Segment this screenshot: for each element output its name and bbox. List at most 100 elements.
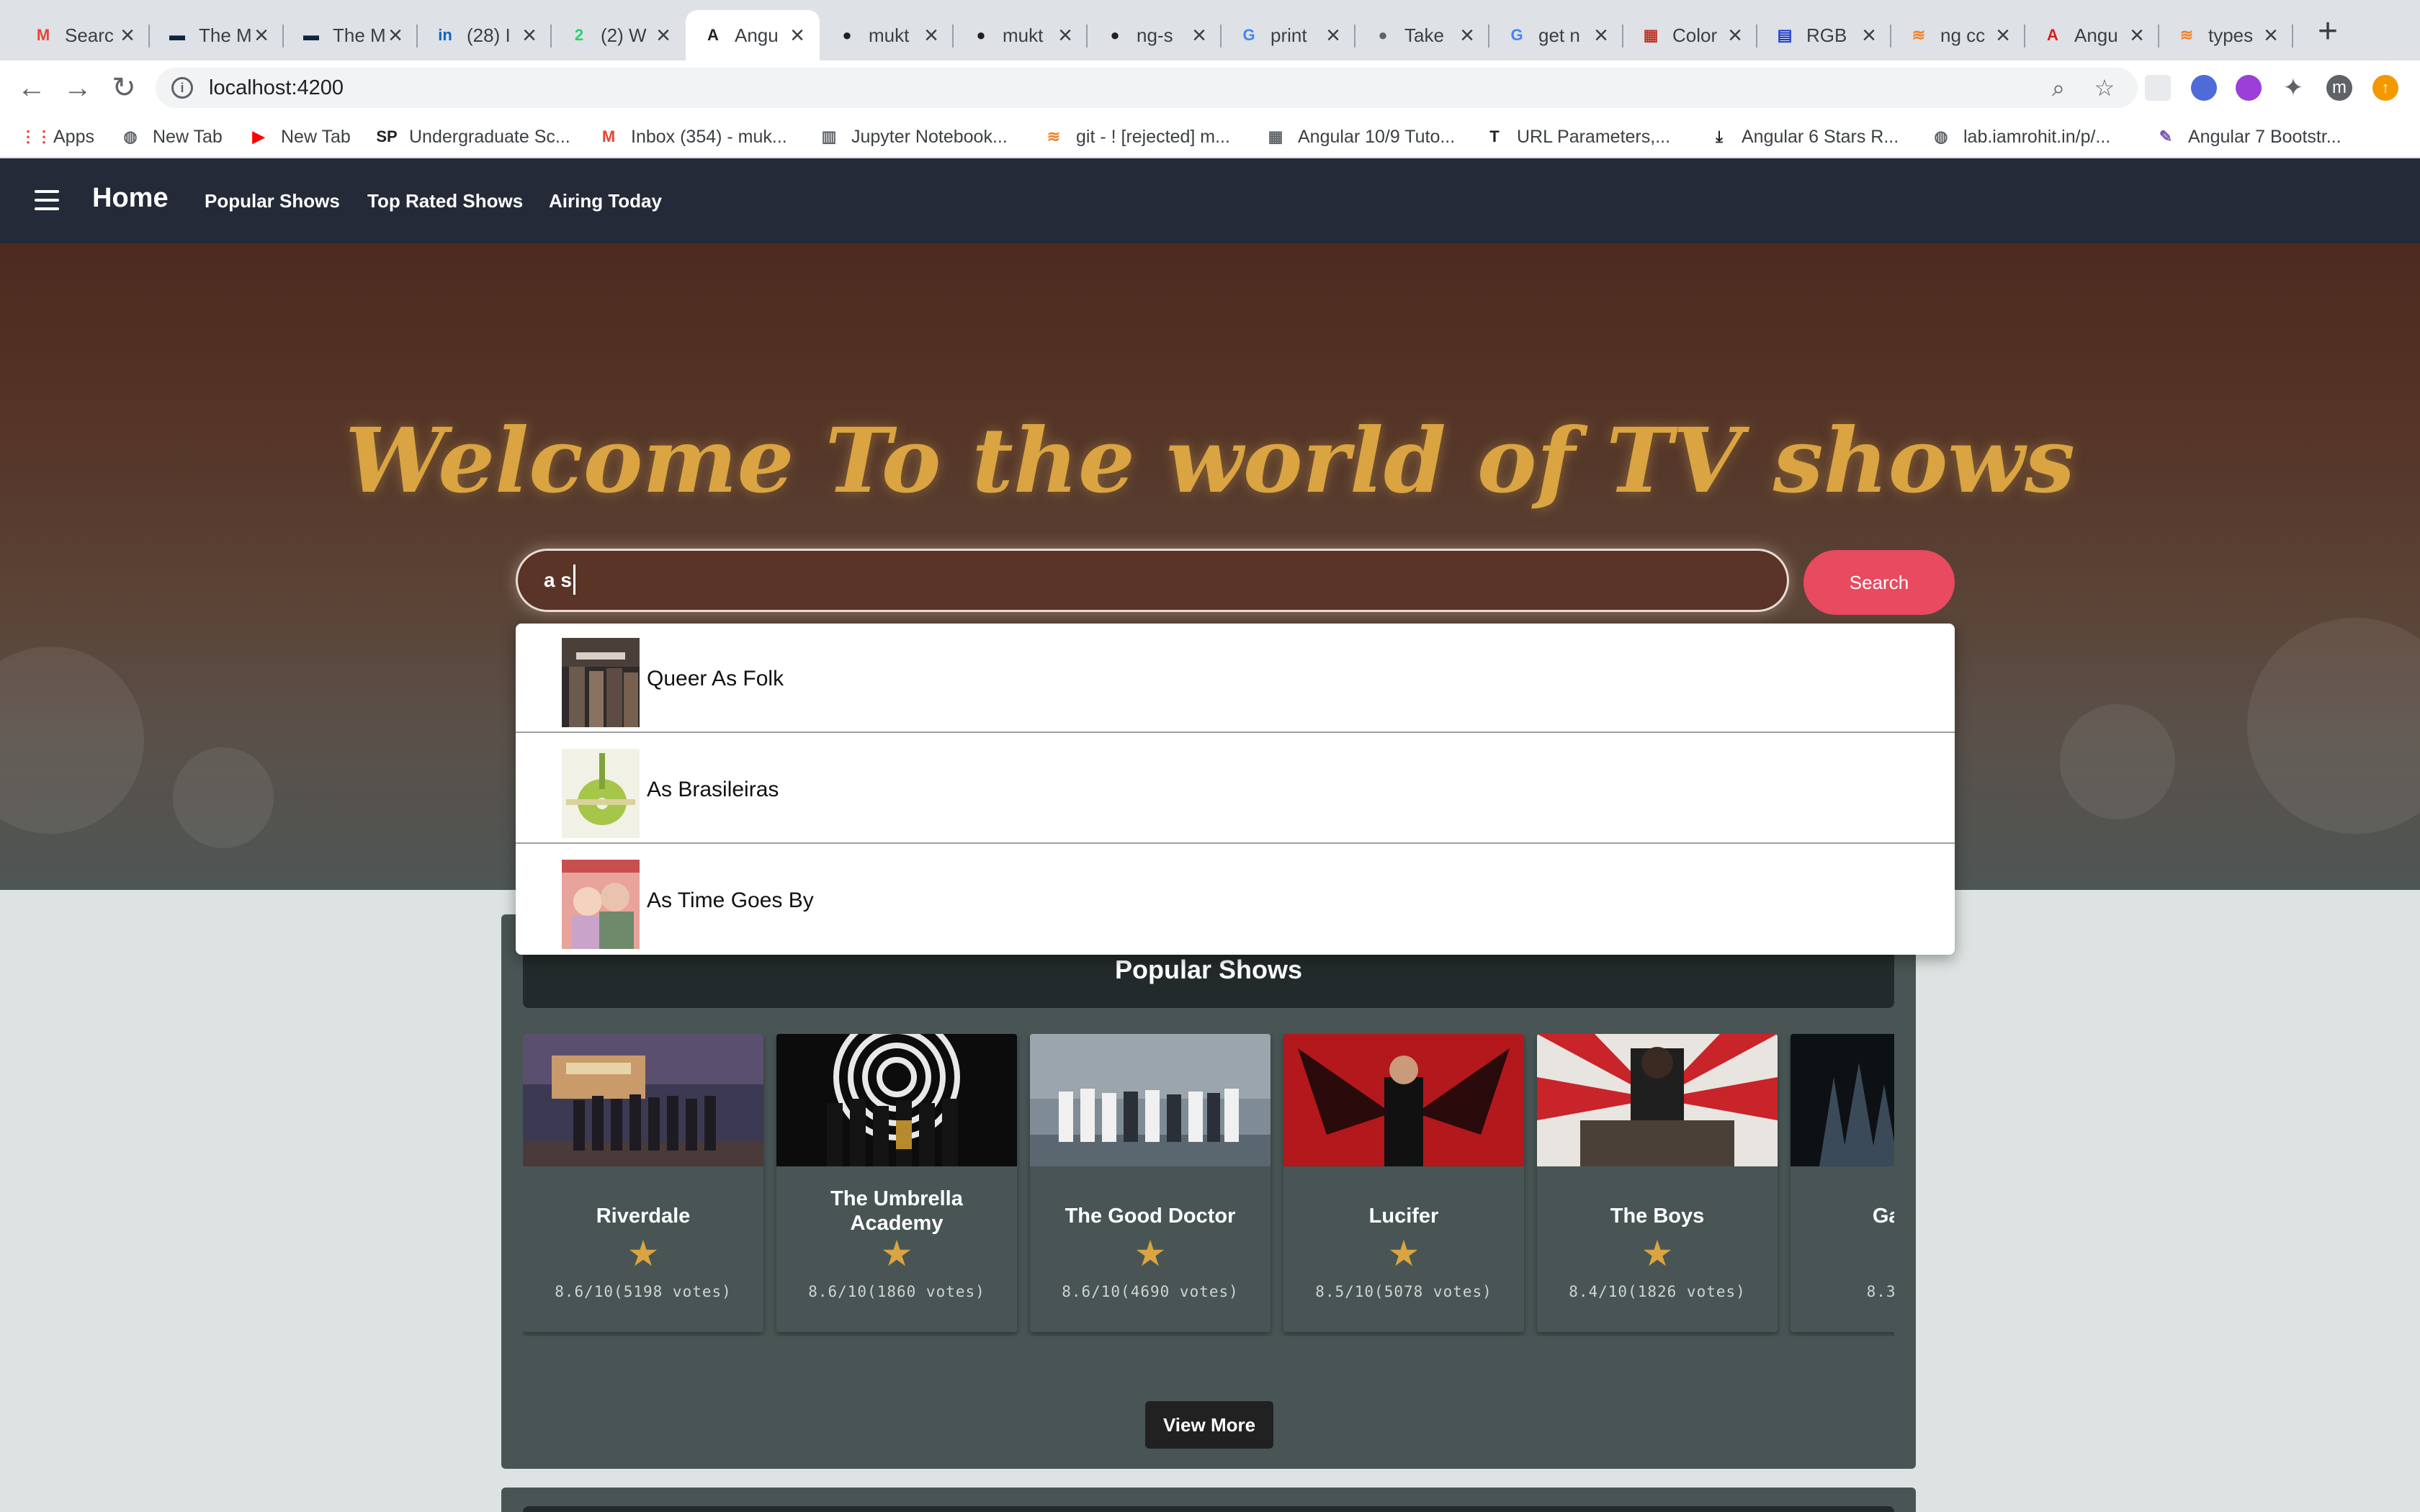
apple-icon: ● bbox=[1378, 26, 1388, 44]
bookmark-label: Angular 6 Stars R... bbox=[1742, 126, 1899, 147]
bookmark-item[interactable]: ⤓ Angular 6 Stars R... bbox=[1708, 124, 1899, 150]
bookmark-item[interactable]: ▶ New Tab bbox=[248, 124, 351, 150]
forward-arrow-icon[interactable]: → bbox=[60, 71, 95, 105]
tab-close-icon[interactable]: × bbox=[1054, 23, 1076, 48]
bookmark-item[interactable]: ◍ lab.iamrohit.in/p/... bbox=[1930, 124, 2110, 150]
browser-tab[interactable]: ▬ The M × bbox=[150, 10, 284, 60]
bookmark-item[interactable]: ▦ Angular 10/9 Tuto... bbox=[1265, 124, 1456, 150]
address-url: localhost:4200 bbox=[209, 76, 344, 99]
rating-star-icon: ★ bbox=[1641, 1233, 1674, 1274]
reload-icon[interactable]: ↻ bbox=[107, 71, 141, 105]
suggestion-title: As Time Goes By bbox=[647, 888, 814, 912]
show-card[interactable]: Riverdale ★ 8.6/10(5198 votes) bbox=[523, 1034, 763, 1332]
browser-tab[interactable]: ● ng-s × bbox=[1088, 10, 1222, 60]
tutorial-icon: ▦ bbox=[1268, 127, 1283, 145]
tab-close-icon[interactable]: × bbox=[2126, 23, 2148, 48]
browser-tab[interactable]: ● Take × bbox=[1355, 10, 1489, 60]
browser-tab[interactable]: ≋ types × bbox=[2159, 10, 2293, 60]
tab-close-icon[interactable]: × bbox=[1188, 23, 1210, 48]
bookmark-item[interactable]: ⋮⋮ Apps bbox=[20, 124, 94, 150]
jupyter-icon: ▥ bbox=[821, 127, 837, 145]
tab-close-icon[interactable]: × bbox=[385, 23, 406, 48]
extensions-puzzle-icon[interactable]: ✦ bbox=[2280, 75, 2306, 101]
view-more-button[interactable]: View More bbox=[1145, 1401, 1273, 1449]
tab-close-icon[interactable]: × bbox=[1858, 23, 1880, 48]
nav-top-rated-shows[interactable]: Top Rated Shows bbox=[367, 190, 523, 212]
browser-tab[interactable]: in (28) I × bbox=[418, 10, 552, 60]
browser-tab[interactable]: Gprint × bbox=[1222, 10, 1355, 60]
shows-carousel[interactable]: Riverdale ★ 8.6/10(5198 votes) The Umbre… bbox=[523, 1034, 1894, 1336]
bookmark-item[interactable]: M Inbox (354) - muk... bbox=[598, 124, 787, 150]
nav-popular-shows[interactable]: Popular Shows bbox=[205, 190, 340, 212]
rating-star-icon: ★ bbox=[627, 1233, 660, 1274]
bookmark-item[interactable]: ≋ git - ! [rejected] m... bbox=[1043, 124, 1230, 150]
linkedin-icon: in bbox=[438, 26, 452, 44]
back-arrow-icon[interactable]: ← bbox=[14, 71, 49, 105]
browser-tab[interactable]: ● mukt × bbox=[820, 10, 954, 60]
browser-tab[interactable]: A Angu × bbox=[2025, 10, 2159, 60]
browser-tab[interactable]: A Angu × bbox=[686, 10, 820, 60]
stackoverflow-icon: ≋ bbox=[1912, 26, 1926, 44]
bookmark-item[interactable]: ✎ Angular 7 Bootstr... bbox=[2155, 124, 2341, 150]
tab-title: Take bbox=[1404, 24, 1444, 46]
bookmark-label: Angular 7 Bootstr... bbox=[2188, 126, 2341, 147]
site-info-icon[interactable]: i bbox=[171, 77, 193, 99]
browser-tab[interactable]: ● mukt × bbox=[954, 10, 1088, 60]
hamburger-menu-icon[interactable] bbox=[35, 190, 59, 212]
tab-close-icon[interactable]: × bbox=[1590, 23, 1612, 48]
show-rating: 8.6/10(5198 votes) bbox=[555, 1283, 732, 1300]
show-search-input[interactable] bbox=[516, 549, 1789, 612]
nav-airing-today[interactable]: Airing Today bbox=[549, 190, 662, 212]
tab-close-icon[interactable]: × bbox=[920, 23, 942, 48]
bookmark-item[interactable]: SP Undergraduate Sc... bbox=[376, 124, 570, 150]
tab-close-icon[interactable]: × bbox=[2260, 23, 2282, 48]
browser-tab[interactable]: ≋ ng cc × bbox=[1891, 10, 2025, 60]
show-card[interactable]: The Good Doctor ★ 8.6/10(4690 votes) bbox=[1030, 1034, 1270, 1332]
suggestion-item[interactable]: As Time Goes By bbox=[516, 845, 1955, 955]
text-caret bbox=[573, 564, 575, 595]
tab-close-icon[interactable]: × bbox=[786, 23, 808, 48]
suggestion-poster bbox=[562, 860, 640, 949]
profile-avatar[interactable]: m bbox=[2326, 75, 2352, 101]
zoom-icon[interactable]: ⌕ bbox=[2045, 75, 2071, 101]
bookmark-item[interactable]: T URL Parameters,... bbox=[1484, 124, 1670, 150]
tab-close-icon[interactable]: × bbox=[653, 23, 674, 48]
extension-check-icon[interactable] bbox=[2191, 75, 2217, 101]
bookmark-item[interactable]: ▥ Jupyter Notebook... bbox=[818, 124, 1008, 150]
browser-tab[interactable]: ▦ Color × bbox=[1623, 10, 1757, 60]
browser-tab[interactable]: Gget n × bbox=[1489, 10, 1623, 60]
tab-close-icon[interactable]: × bbox=[519, 23, 540, 48]
search-suggestions-dropdown: Queer As Folk As Brasileiras As Time Goe… bbox=[516, 624, 1955, 955]
tab-close-icon[interactable]: × bbox=[1322, 23, 1344, 48]
new-tab-button[interactable]: + bbox=[2312, 14, 2344, 49]
tab-close-icon[interactable]: × bbox=[251, 23, 272, 48]
address-bar[interactable]: i localhost:4200 ⌕ ☆ bbox=[156, 68, 2138, 108]
tek-icon: T bbox=[1489, 127, 1500, 145]
bookmark-item[interactable]: ◍ New Tab bbox=[120, 124, 222, 150]
browser-tab[interactable]: ▤ RGB × bbox=[1757, 10, 1891, 60]
browser-tab[interactable]: 2 (2) W × bbox=[552, 10, 686, 60]
show-card[interactable]: Game o ★ 8.3/10(1( bbox=[1791, 1034, 1894, 1332]
suggestion-poster bbox=[562, 638, 640, 727]
extension-icon[interactable] bbox=[2145, 75, 2171, 101]
show-card[interactable]: The Umbrella Academy ★ 8.6/10(1860 votes… bbox=[776, 1034, 1017, 1332]
bootstrap-icon: ✎ bbox=[2159, 127, 2173, 145]
tab-close-icon[interactable]: × bbox=[117, 23, 138, 48]
browser-tab[interactable]: M Searc × bbox=[16, 10, 150, 60]
show-card[interactable]: Lucifer ★ 8.5/10(5078 votes) bbox=[1283, 1034, 1524, 1332]
suggestion-title: Queer As Folk bbox=[647, 667, 784, 690]
browser-tab[interactable]: ▬ The M × bbox=[284, 10, 418, 60]
search-button[interactable]: Search bbox=[1803, 550, 1955, 615]
show-card[interactable]: The Boys ★ 8.4/10(1826 votes) bbox=[1537, 1034, 1778, 1332]
suggestion-item[interactable]: As Brasileiras bbox=[516, 734, 1955, 844]
bookmark-star-icon[interactable]: ☆ bbox=[2092, 75, 2118, 101]
tab-close-icon[interactable]: × bbox=[1992, 23, 2014, 48]
nav-home-link[interactable]: Home bbox=[92, 183, 169, 214]
tab-close-icon[interactable]: × bbox=[1724, 23, 1746, 48]
update-icon[interactable]: ↑ bbox=[2372, 75, 2398, 101]
youtube-icon: ▶ bbox=[252, 127, 265, 145]
tab-close-icon[interactable]: × bbox=[1456, 23, 1478, 48]
extension-color-icon[interactable] bbox=[2236, 75, 2262, 101]
next-section bbox=[501, 1488, 1916, 1512]
suggestion-item[interactable]: Queer As Folk bbox=[516, 624, 1955, 733]
